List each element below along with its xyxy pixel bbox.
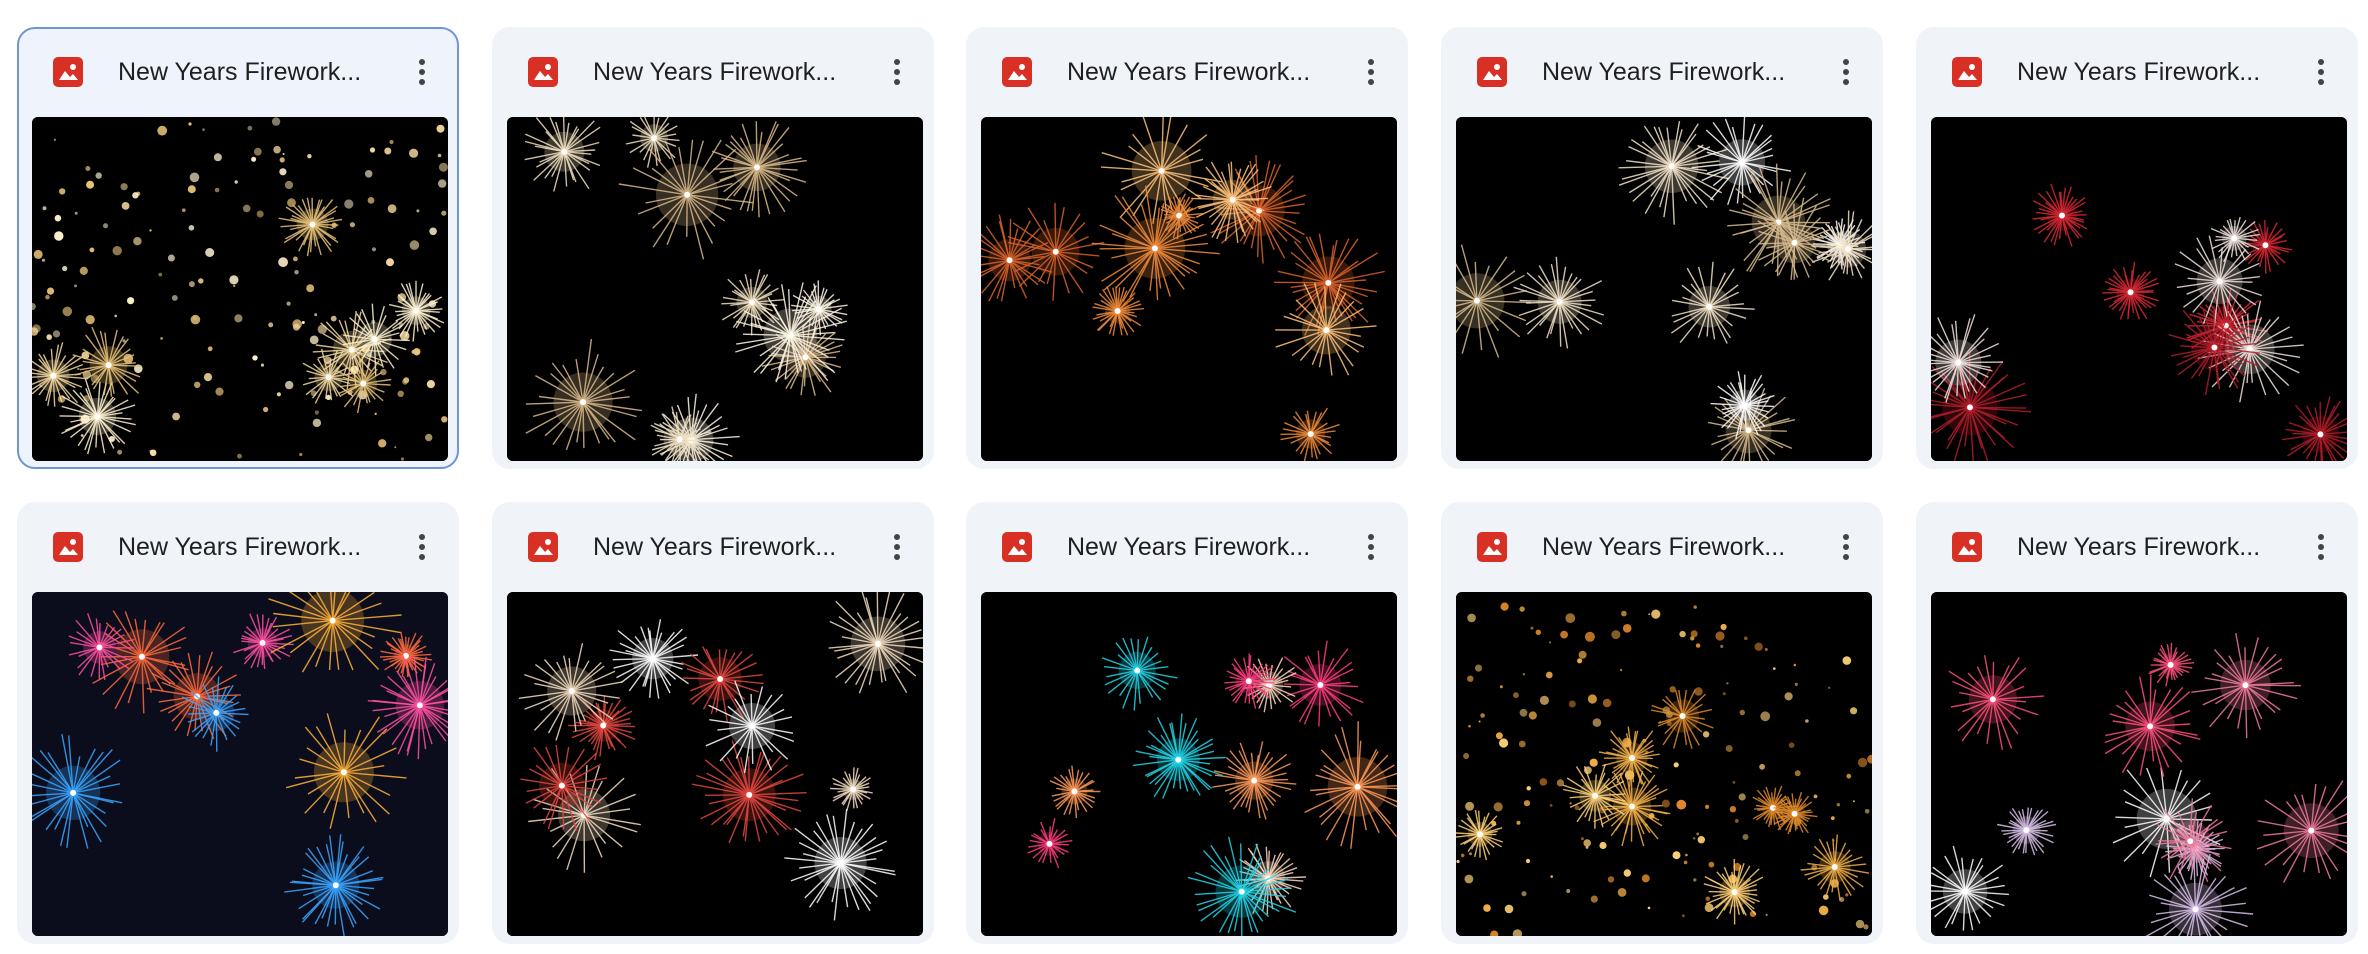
more-vert-icon[interactable] <box>1827 53 1865 91</box>
image-file-icon <box>1002 532 1032 562</box>
file-name: New Years Firework... <box>2017 58 2261 86</box>
more-vert-icon[interactable] <box>2302 528 2340 566</box>
file-card[interactable]: New Years Firework... <box>1916 27 2358 469</box>
file-thumbnail[interactable] <box>32 117 448 461</box>
file-thumbnail[interactable] <box>32 592 448 936</box>
file-thumbnail[interactable] <box>981 592 1397 936</box>
image-file-icon <box>1477 57 1507 87</box>
file-card[interactable]: New Years Firework... <box>492 502 934 944</box>
image-file-icon <box>1952 532 1982 562</box>
image-file-icon <box>53 57 83 87</box>
file-card[interactable]: New Years Firework... <box>966 502 1408 944</box>
file-card-header: New Years Firework... <box>494 29 932 113</box>
file-card-header: New Years Firework... <box>494 504 932 588</box>
more-vert-icon[interactable] <box>878 528 916 566</box>
file-card-header: New Years Firework... <box>19 504 457 588</box>
image-file-icon <box>1477 532 1507 562</box>
file-name: New Years Firework... <box>1542 58 1786 86</box>
file-grid: New Years Firework... New Years Firework… <box>0 0 2368 954</box>
file-thumbnail[interactable] <box>507 117 923 461</box>
file-card-header: New Years Firework... <box>19 29 457 113</box>
more-vert-icon[interactable] <box>2302 53 2340 91</box>
file-card-header: New Years Firework... <box>1443 29 1881 113</box>
file-name: New Years Firework... <box>118 58 362 86</box>
file-card[interactable]: New Years Firework... <box>966 27 1408 469</box>
image-file-icon <box>1952 57 1982 87</box>
file-name: New Years Firework... <box>1067 533 1311 561</box>
more-vert-icon[interactable] <box>403 528 441 566</box>
more-vert-icon[interactable] <box>1352 53 1390 91</box>
file-thumbnail[interactable] <box>1456 592 1872 936</box>
image-file-icon <box>53 532 83 562</box>
file-card[interactable]: New Years Firework... <box>1916 502 2358 944</box>
file-card[interactable]: New Years Firework... <box>492 27 934 469</box>
file-thumbnail[interactable] <box>1456 117 1872 461</box>
file-name: New Years Firework... <box>593 58 837 86</box>
file-card[interactable]: New Years Firework... <box>1441 27 1883 469</box>
more-vert-icon[interactable] <box>878 53 916 91</box>
file-name: New Years Firework... <box>118 533 362 561</box>
file-card[interactable]: New Years Firework... <box>17 502 459 944</box>
file-card[interactable]: New Years Firework... <box>17 27 459 469</box>
file-name: New Years Firework... <box>2017 533 2261 561</box>
file-thumbnail[interactable] <box>981 117 1397 461</box>
image-file-icon <box>528 57 558 87</box>
file-name: New Years Firework... <box>593 533 837 561</box>
file-thumbnail[interactable] <box>1931 592 2347 936</box>
image-file-icon <box>1002 57 1032 87</box>
file-card-header: New Years Firework... <box>1918 29 2356 113</box>
more-vert-icon[interactable] <box>1827 528 1865 566</box>
file-card-header: New Years Firework... <box>968 504 1406 588</box>
file-thumbnail[interactable] <box>507 592 923 936</box>
image-file-icon <box>528 532 558 562</box>
file-card-header: New Years Firework... <box>1443 504 1881 588</box>
file-card[interactable]: New Years Firework... <box>1441 502 1883 944</box>
file-card-header: New Years Firework... <box>1918 504 2356 588</box>
file-card-header: New Years Firework... <box>968 29 1406 113</box>
more-vert-icon[interactable] <box>1352 528 1390 566</box>
file-thumbnail[interactable] <box>1931 117 2347 461</box>
more-vert-icon[interactable] <box>403 53 441 91</box>
file-name: New Years Firework... <box>1067 58 1311 86</box>
file-name: New Years Firework... <box>1542 533 1786 561</box>
